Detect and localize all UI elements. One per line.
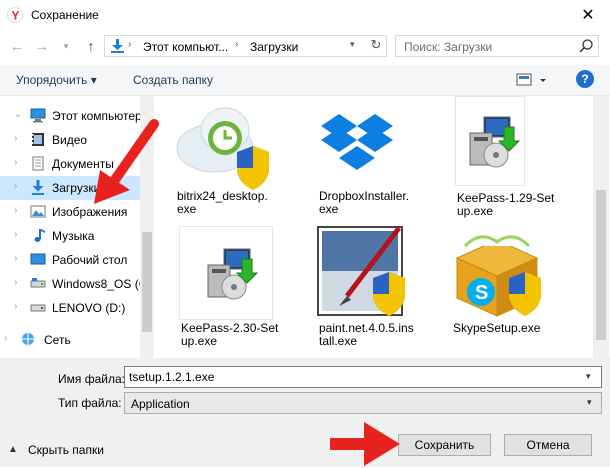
- desktop-folder-icon: [30, 253, 46, 265]
- breadcrumb-separator[interactable]: ›: [128, 39, 131, 50]
- file-name-line: SkypeSetup.exe: [453, 321, 541, 335]
- paintnet-icon: [317, 226, 405, 316]
- chevron-right-icon[interactable]: ›: [14, 253, 17, 264]
- new-folder-button[interactable]: Создать папку: [133, 73, 213, 87]
- file-name-line: tall.exe: [319, 334, 358, 348]
- tree-item-drive-d[interactable]: › LENOVO (D:): [0, 296, 140, 320]
- file-name-line: exe: [319, 202, 339, 216]
- search-input[interactable]: Поиск: Загрузки: [395, 35, 599, 57]
- drive-icon: [30, 278, 46, 288]
- annotation-arrow-icon: [94, 119, 159, 204]
- chevron-up-icon: ▲: [8, 444, 18, 455]
- file-name-line: up.exe: [181, 334, 218, 348]
- back-button[interactable]: ←: [8, 37, 26, 55]
- chevron-right-icon[interactable]: ›: [14, 181, 17, 192]
- chevron-right-icon[interactable]: ›: [14, 205, 17, 216]
- close-icon: ✕: [581, 7, 595, 24]
- network-icon: [22, 333, 34, 345]
- file-type-value: Application: [131, 397, 190, 411]
- scrollbar-thumb[interactable]: [142, 232, 152, 332]
- tree-item-label: Рабочий стол: [52, 253, 128, 267]
- window-title: Сохранение: [31, 8, 99, 22]
- search-icon: [579, 39, 593, 53]
- command-bar: Упорядочить ▾ Создать папку ?: [0, 65, 610, 96]
- chevron-down-icon: ▾: [63, 41, 69, 51]
- music-folder-icon: [34, 229, 45, 242]
- documents-folder-icon: [32, 156, 44, 171]
- downloads-folder-icon: [111, 39, 124, 53]
- file-name-label: Имя файла:: [58, 372, 125, 386]
- address-bar[interactable]: › Этот компьют... › Загрузки ▾ ↻: [104, 35, 387, 57]
- drive-icon: [30, 304, 46, 312]
- tree-item-label: Сеть: [44, 333, 71, 347]
- yandex-browser-icon: Y: [7, 7, 23, 23]
- arrow-right-icon: →: [35, 38, 49, 54]
- tree-item-label: Музыка: [52, 229, 95, 243]
- file-type-select[interactable]: Application ▾: [124, 392, 602, 414]
- skype-icon: S: [455, 235, 541, 317]
- file-list: bitrix24_desktop. exe DropboxInstaller. …: [155, 96, 593, 358]
- close-button[interactable]: ✕: [566, 0, 610, 31]
- file-name-line: up.exe: [457, 204, 494, 218]
- downloads-folder-icon: [32, 180, 44, 195]
- chevron-right-icon[interactable]: ›: [14, 277, 17, 288]
- svg-text:S: S: [475, 282, 488, 304]
- chevron-right-icon[interactable]: ›: [14, 157, 17, 168]
- installer-icon: [469, 116, 521, 168]
- chevron-down-icon[interactable]: ▾: [350, 39, 355, 50]
- computer-icon: [30, 108, 46, 123]
- search-placeholder: Поиск: Загрузки: [404, 40, 493, 54]
- breadcrumb-separator[interactable]: ›: [235, 39, 238, 50]
- scrollbar-thumb[interactable]: [596, 190, 606, 340]
- up-button[interactable]: ↑: [82, 37, 100, 55]
- help-icon: ?: [581, 72, 589, 86]
- breadcrumb-this-pc[interactable]: Этот компьют...: [143, 40, 228, 54]
- file-thumbnail: [179, 226, 273, 320]
- recent-locations-button[interactable]: ▾: [57, 37, 75, 55]
- chevron-down-icon: ▾: [587, 397, 592, 407]
- save-button[interactable]: Сохранить: [398, 434, 491, 456]
- tree-item-label: LENOVO (D:): [52, 301, 126, 315]
- chevron-down-icon[interactable]: ⌄: [14, 109, 22, 120]
- tree-item-music[interactable]: › Музыка: [0, 224, 140, 248]
- file-name-input[interactable]: [124, 366, 602, 388]
- tree-item-drive-c[interactable]: › Windows8_OS (C: [0, 272, 147, 296]
- organize-button[interactable]: Упорядочить ▾: [16, 73, 97, 87]
- bitrix24-icon: [176, 107, 269, 190]
- change-view-button[interactable]: [514, 70, 550, 90]
- tree-item-label: Видео: [52, 133, 88, 147]
- pictures-folder-icon: [30, 205, 46, 218]
- forward-button[interactable]: →: [33, 37, 51, 55]
- file-name-line: exe: [177, 202, 197, 216]
- tree-item-network[interactable]: › Сеть: [0, 328, 140, 352]
- cancel-button[interactable]: Отмена: [504, 434, 592, 456]
- arrow-left-icon: ←: [10, 38, 24, 54]
- file-type-label: Тип файла:: [58, 396, 122, 410]
- annotation-arrow-icon: [330, 422, 400, 466]
- svg-text:Y: Y: [12, 9, 20, 23]
- video-folder-icon: [32, 133, 44, 146]
- chevron-down-icon[interactable]: ▾: [586, 371, 591, 382]
- chevron-right-icon[interactable]: ›: [14, 133, 17, 144]
- help-button[interactable]: ?: [576, 70, 594, 88]
- chevron-right-icon[interactable]: ›: [4, 333, 7, 344]
- tree-item-label: Windows8_OS (C: [52, 277, 148, 291]
- breadcrumb-downloads[interactable]: Загрузки: [250, 40, 298, 54]
- chevron-right-icon[interactable]: ›: [14, 301, 17, 312]
- installer-icon: [207, 248, 259, 300]
- arrow-up-icon: ↑: [87, 38, 95, 54]
- chevron-right-icon[interactable]: ›: [14, 229, 17, 240]
- dropbox-icon: [321, 114, 393, 170]
- file-thumbnail: [455, 96, 525, 186]
- tree-item-desktop[interactable]: › Рабочий стол: [0, 248, 140, 272]
- refresh-icon[interactable]: ↻: [367, 37, 385, 55]
- hide-folders-label: Скрыть папки: [28, 443, 104, 457]
- title-bar: Y Сохранение ✕: [0, 0, 610, 31]
